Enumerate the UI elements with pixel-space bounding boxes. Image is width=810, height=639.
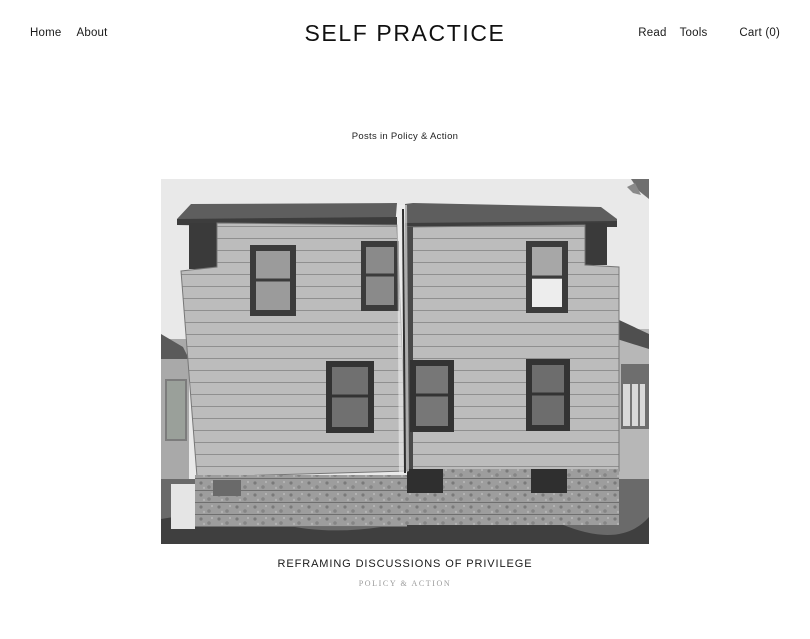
nav-read-link[interactable]: Read xyxy=(638,27,666,39)
site-header: Home About SELF PRACTICE Read Tools Cart… xyxy=(0,0,810,70)
primary-nav-right: Read Tools Cart (0) xyxy=(625,27,780,39)
post-title-link[interactable]: REFRAMING DISCUSSIONS OF PRIVILEGE xyxy=(0,558,810,570)
nav-tools-link[interactable]: Tools xyxy=(680,27,708,39)
cart-link[interactable]: Cart (0) xyxy=(739,27,780,39)
split-house-photo xyxy=(161,179,649,544)
archive-heading: Posts in Policy & Action xyxy=(351,131,459,142)
post-category-link[interactable]: POLICY & ACTION xyxy=(0,579,810,588)
post-thumbnail-image[interactable] xyxy=(161,179,649,544)
